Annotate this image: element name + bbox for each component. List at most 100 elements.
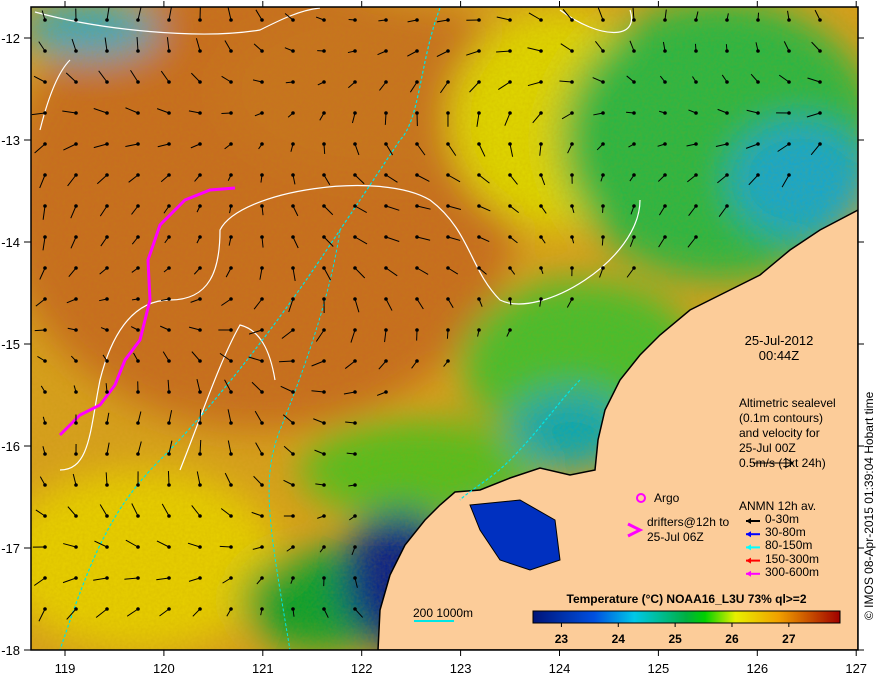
velocity-arrow-head bbox=[291, 421, 295, 425]
velocity-arrow-head bbox=[322, 235, 326, 239]
velocity-arrow-head bbox=[477, 173, 481, 177]
velocity-arrow-head bbox=[43, 359, 47, 363]
velocity-arrow-head bbox=[632, 204, 636, 208]
velocity-arrow-head bbox=[756, 18, 760, 22]
velocity-arrow-head bbox=[136, 173, 140, 177]
velocity-arrow-head bbox=[353, 514, 357, 518]
velocity-arrow-head bbox=[477, 80, 481, 84]
velocity-arrow-head bbox=[43, 235, 47, 239]
velocity-arrow-head bbox=[508, 18, 512, 22]
x-tick-label: 123 bbox=[450, 661, 472, 676]
velocity-arrow-head bbox=[105, 514, 109, 518]
velocity-arrow-head bbox=[477, 111, 481, 115]
altimetry-line: 25-Jul 00Z bbox=[739, 441, 796, 455]
velocity-arrow-head bbox=[43, 18, 47, 22]
velocity-arrow-head bbox=[663, 204, 667, 208]
velocity-arrow-head bbox=[105, 328, 109, 332]
velocity-arrow-head bbox=[198, 80, 202, 84]
velocity-arrow-head bbox=[415, 142, 419, 146]
altimetry-legend: Altimetric sealevel (0.1m contours) and … bbox=[739, 396, 836, 471]
velocity-arrow-head bbox=[105, 576, 109, 580]
anmn-item: 80-150m bbox=[765, 538, 813, 553]
velocity-arrow-head bbox=[167, 328, 171, 332]
velocity-arrow-head bbox=[477, 235, 481, 239]
velocity-arrow-head bbox=[477, 142, 481, 146]
velocity-arrow bbox=[199, 409, 202, 424]
velocity-arrow-head bbox=[663, 173, 667, 177]
velocity-arrow-head bbox=[198, 483, 202, 487]
velocity-arrow-head bbox=[260, 607, 264, 611]
velocity-arrow-head bbox=[136, 142, 140, 146]
velocity-arrow-head bbox=[229, 266, 233, 270]
velocity-arrow-head bbox=[446, 142, 450, 146]
velocity-arrow-head bbox=[229, 235, 233, 239]
velocity-arrow-head bbox=[136, 18, 140, 22]
anmn-legend: 0-30m 30-80m 80-150m 150-300m 300-600m bbox=[765, 512, 819, 579]
velocity-arrow-head bbox=[74, 390, 78, 394]
velocity-arrow-head bbox=[384, 235, 388, 239]
velocity-arrow-head bbox=[694, 111, 698, 115]
colorbar bbox=[532, 610, 841, 624]
velocity-arrow-head bbox=[322, 111, 326, 115]
velocity-arrow-head bbox=[74, 235, 78, 239]
velocity-arrow-head bbox=[43, 297, 47, 301]
velocity-arrow-head bbox=[756, 111, 760, 115]
velocity-arrow-head bbox=[198, 576, 202, 580]
velocity-arrow-head bbox=[384, 328, 388, 332]
velocity-arrow-head bbox=[601, 18, 605, 22]
velocity-arrow-head bbox=[570, 297, 574, 301]
velocity-arrow-head bbox=[787, 18, 791, 22]
velocity-arrow-head bbox=[508, 49, 512, 53]
velocity-arrow-head bbox=[291, 18, 295, 22]
colorbar-tick-label: 24 bbox=[611, 632, 625, 646]
velocity-arrow-head bbox=[384, 297, 388, 301]
velocity-arrow-head bbox=[477, 18, 481, 22]
argo-label: Argo bbox=[654, 491, 680, 505]
velocity-arrow-head bbox=[105, 49, 109, 53]
velocity-arrow-head bbox=[74, 111, 78, 115]
velocity-arrow-head bbox=[105, 173, 109, 177]
velocity-arrow-head bbox=[167, 359, 171, 363]
velocity-arrow-head bbox=[663, 80, 667, 84]
velocity-arrow-head bbox=[384, 204, 388, 208]
velocity-arrow-head bbox=[167, 266, 171, 270]
velocity-arrow-head bbox=[136, 483, 140, 487]
velocity-arrow-head bbox=[508, 328, 512, 332]
velocity-arrow-head bbox=[508, 173, 512, 177]
sst-field bbox=[31, 7, 858, 650]
velocity-arrow-head bbox=[415, 266, 419, 270]
velocity-arrow-head bbox=[105, 607, 109, 611]
velocity-arrow-head bbox=[601, 266, 605, 270]
velocity-arrow-head bbox=[508, 297, 512, 301]
velocity-arrow-head bbox=[322, 390, 326, 394]
velocity-arrow-head bbox=[229, 576, 233, 580]
velocity-arrow-head bbox=[322, 576, 326, 580]
velocity-arrow-head bbox=[818, 142, 822, 146]
velocity-arrow-head bbox=[539, 297, 543, 301]
velocity-arrow-head bbox=[446, 18, 450, 22]
velocity-arrow-head bbox=[384, 49, 388, 53]
velocity-arrow-head bbox=[353, 266, 357, 270]
velocity-arrow-head bbox=[105, 111, 109, 115]
drifters-line: drifters@12h to bbox=[647, 515, 730, 529]
velocity-arrow-head bbox=[74, 328, 78, 332]
velocity-arrow-head bbox=[136, 111, 140, 115]
velocity-arrow-head bbox=[105, 297, 109, 301]
velocity-arrow-head bbox=[167, 80, 171, 84]
velocity-arrow-head bbox=[167, 607, 171, 611]
x-tick-label: 119 bbox=[55, 661, 76, 676]
velocity-arrow-head bbox=[291, 173, 295, 177]
velocity-arrow-head bbox=[322, 142, 326, 146]
velocity-arrow-head bbox=[694, 173, 698, 177]
velocity-arrow-head bbox=[260, 235, 264, 239]
velocity-arrow-head bbox=[43, 80, 47, 84]
velocity-arrow-head bbox=[229, 545, 233, 549]
velocity-arrow-head bbox=[198, 421, 202, 425]
x-tick-label: 122 bbox=[351, 661, 373, 676]
velocity-arrow-head bbox=[167, 545, 171, 549]
velocity-arrow-head bbox=[198, 359, 202, 363]
credit-text: © IMOS 08-Apr-2015 01:39:04 Hobart time bbox=[862, 391, 876, 620]
y-tick-label: -14 bbox=[1, 235, 20, 250]
velocity-arrow-head bbox=[43, 111, 47, 115]
velocity-arrow-head bbox=[291, 607, 295, 611]
